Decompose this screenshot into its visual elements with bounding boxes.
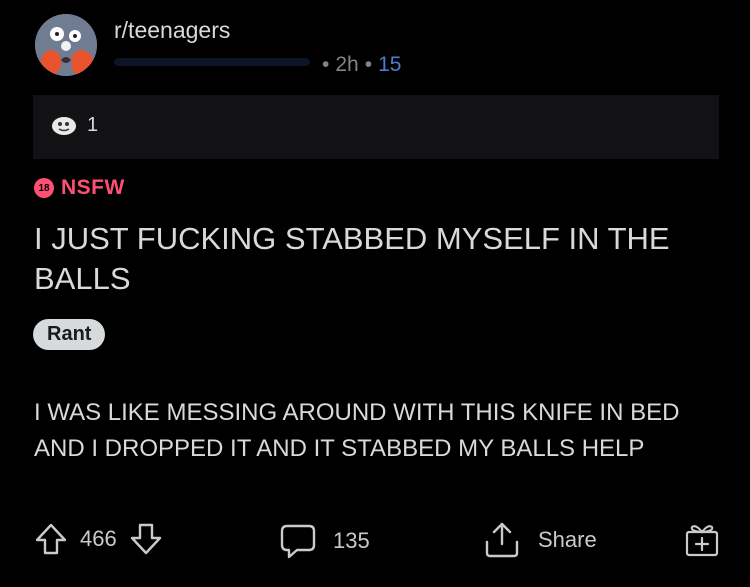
awards-bar[interactable]: 1: [33, 95, 719, 159]
arrow-up-icon: [35, 523, 67, 555]
subreddit-avatar[interactable]: [35, 14, 97, 76]
post-age: 2h: [335, 53, 359, 76]
meta-separator: •: [364, 53, 373, 76]
post-title: I JUST FUCKING STABBED MYSELF IN THE BAL…: [34, 221, 670, 296]
subreddit-name[interactable]: r/teenagers: [114, 17, 230, 44]
nsfw-18-icon: 18: [34, 178, 54, 198]
post-actions-bar: 466 135 Share: [0, 516, 750, 564]
downvote-button[interactable]: [129, 522, 163, 556]
awards-count: 1: [87, 114, 99, 136]
post-body: I WAS LIKE MESSING AROUND WITH THIS KNIF…: [34, 399, 680, 462]
post-meta: • 2h • 15: [316, 53, 401, 77]
nsfw-tag: 18 NSFW: [34, 176, 125, 200]
award-icon: [52, 117, 76, 135]
vote-group: 466: [34, 522, 163, 556]
meta-count: 15: [378, 53, 402, 76]
redacted-username: [114, 58, 310, 66]
award-button[interactable]: [684, 522, 720, 558]
gift-icon: [685, 525, 719, 557]
share-icon: [485, 522, 519, 558]
meta-separator: •: [322, 53, 330, 76]
arrow-down-icon: [130, 523, 161, 555]
vote-count: 466: [80, 526, 117, 551]
comment-bubble-icon: [280, 524, 316, 559]
nsfw-label: NSFW: [61, 176, 125, 199]
comments-button[interactable]: 135: [279, 522, 370, 560]
upvote-button[interactable]: [34, 522, 68, 556]
post-flair[interactable]: Rant: [33, 319, 106, 350]
avatar-image: [35, 14, 97, 76]
share-label: Share: [538, 527, 597, 552]
share-button[interactable]: Share: [482, 520, 597, 560]
comment-count: 135: [333, 528, 370, 553]
